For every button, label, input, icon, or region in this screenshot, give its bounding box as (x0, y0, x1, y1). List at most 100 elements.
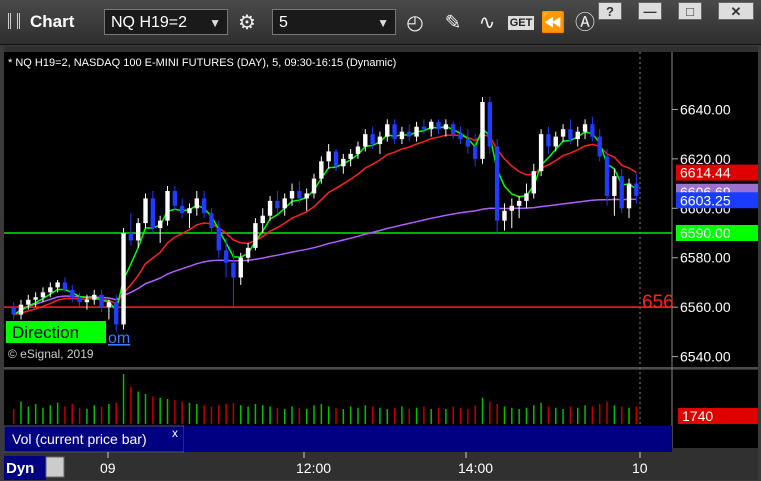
title-bar: Chart NQ H19=2 ▼ ⚙ 5 ▼ ◴ ✎ ∿ GET ⏪ Ⓐ ? —… (0, 0, 761, 45)
close-button[interactable]: ✕ (718, 2, 754, 20)
candle-body (634, 183, 639, 196)
candle-body (143, 198, 148, 224)
candle-body (77, 297, 82, 303)
clock-icon[interactable]: ◴ (402, 10, 428, 36)
price-pane[interactable] (4, 52, 672, 367)
candle-body (128, 233, 134, 241)
dyn-label: Dyn (6, 460, 34, 477)
volume-pane-title: Vol (current price bar) (12, 431, 147, 447)
candle-body (253, 223, 258, 248)
price-chart[interactable]: 6640.006620.006600.006580.006560.006540.… (4, 46, 758, 480)
volume-blue-strip (184, 426, 672, 452)
candle-body (575, 131, 580, 140)
candle-body (348, 153, 353, 159)
candle-body (407, 131, 412, 137)
candle-body (465, 139, 471, 147)
candle-body (509, 205, 514, 211)
candle-body (18, 304, 24, 315)
maximize-button[interactable]: □ (678, 2, 702, 20)
y-tick-label: 6540.00 (680, 349, 731, 365)
get-label: GET (507, 16, 535, 30)
get-button[interactable]: GET (506, 10, 536, 36)
candle-body (326, 151, 331, 162)
study-icon[interactable]: ∿ (474, 10, 500, 36)
candle-body (487, 102, 493, 147)
candle-body (172, 190, 178, 206)
rewind-icon[interactable]: ⏪ (540, 10, 566, 36)
x-tick-label: 14:00 (458, 460, 493, 476)
candle-body (231, 262, 236, 278)
candle-body (392, 124, 397, 140)
level-label-partial: 656 (642, 292, 674, 313)
candle-body (267, 200, 273, 216)
candle-body (260, 215, 265, 224)
close-icon[interactable]: x (172, 426, 178, 440)
candle-body (502, 210, 507, 221)
candle-body (187, 208, 192, 214)
candle-body (626, 183, 632, 209)
minimize-button[interactable]: — (638, 2, 662, 20)
pencil-icon[interactable]: ✎ (440, 10, 466, 36)
candle-body (121, 233, 126, 325)
chart-window: Chart NQ H19=2 ▼ ⚙ 5 ▼ ◴ ✎ ∿ GET ⏪ Ⓐ ? —… (0, 0, 761, 481)
candle-body (48, 287, 53, 293)
candle-body (568, 129, 573, 140)
candle-body (282, 198, 287, 209)
candle-body (451, 124, 456, 135)
gear-icon[interactable]: ⚙ (234, 10, 260, 36)
candle-body (40, 292, 46, 298)
help-button[interactable]: ? (598, 2, 622, 20)
candle-body (377, 136, 383, 145)
candle-body (546, 134, 551, 147)
symbol-field[interactable]: NQ H19=2 ▼ (104, 9, 228, 35)
interval-value: 5 (279, 14, 288, 31)
candle-body (216, 228, 221, 251)
candle-body (84, 299, 90, 303)
candle-body (92, 294, 97, 300)
candle-body (341, 158, 346, 167)
y-tick-label: 6560.00 (680, 299, 731, 315)
candle-body (289, 190, 295, 199)
candle-body (363, 134, 368, 147)
candle-body (157, 220, 163, 229)
candle-body (275, 200, 280, 209)
candle-body (62, 282, 68, 290)
candle-body (238, 257, 243, 278)
candle-body (480, 102, 485, 159)
candle-body (245, 247, 251, 258)
interval-field[interactable]: 5 ▼ (272, 9, 396, 35)
candle-body (619, 176, 624, 209)
candle-body (414, 126, 419, 137)
price-label-text: 6603.25 (680, 192, 731, 208)
candle-body (355, 146, 361, 154)
candle-body (590, 124, 595, 137)
candle-body (136, 223, 141, 241)
candle-body (443, 124, 449, 130)
candle-body (99, 294, 104, 308)
price-label-text: 6614.44 (680, 165, 731, 181)
candle-body (194, 198, 199, 209)
candle-body (553, 136, 558, 147)
candle-body (333, 151, 339, 167)
chevron-down-icon[interactable]: ▼ (209, 10, 221, 36)
candle-body (429, 121, 434, 130)
partial-link[interactable]: om (108, 330, 130, 347)
candle-body (70, 289, 75, 298)
candle-body (494, 146, 500, 221)
candle-body (319, 161, 324, 179)
candle-body (55, 282, 60, 288)
chevron-down-icon[interactable]: ▼ (377, 10, 389, 36)
candle-body (458, 134, 463, 140)
window-title: Chart (30, 12, 75, 31)
cursor-icon[interactable]: Ⓐ (572, 10, 598, 36)
x-tick-label: 12:00 (296, 460, 331, 476)
candle-body (472, 146, 478, 159)
x-tick-label: 09 (100, 460, 116, 476)
lock-icon[interactable] (45, 456, 65, 478)
symbol-value: NQ H19=2 (111, 14, 188, 31)
candle-body (538, 134, 544, 172)
candle-body (297, 190, 302, 199)
candle-body (165, 190, 170, 221)
candle-body (421, 126, 427, 130)
chart-grip-icon[interactable] (8, 13, 20, 29)
